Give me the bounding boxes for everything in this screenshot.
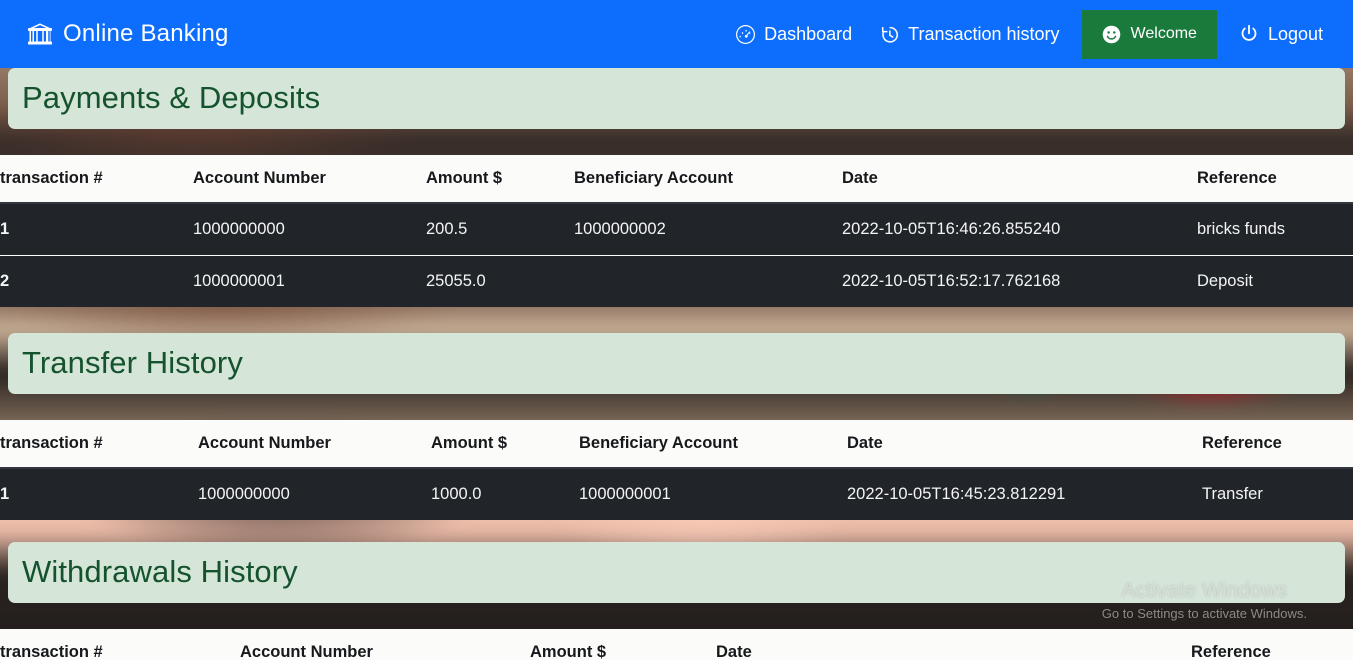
nav-item-dashboard-label: Dashboard [764,23,853,44]
cell-reference: bricks funds [1197,202,1353,256]
brand-label: Online Banking [63,20,229,47]
transfer-history-table: transaction # Account Number Amount $ Be… [0,420,1353,520]
cell-account-number: 1000000000 [193,202,426,256]
table-header-row: transaction # Account Number Amount $ Be… [0,155,1353,204]
main-content: Payments & Deposits transaction # Accoun… [0,68,1353,660]
nav-item-transaction-history[interactable]: Transaction history [866,14,1073,55]
cell-amount: 200.5 [426,202,574,256]
column-header-account-number: Account Number [198,420,431,469]
withdrawals-history-table: transaction # Account Number Amount $ Da… [0,629,1353,660]
table-row: 1 1000000000 200.5 1000000002 2022-10-05… [0,202,1353,256]
table-header-row: transaction # Account Number Amount $ Da… [0,629,1353,660]
table-body: 1 1000000000 1000.0 1000000001 2022-10-0… [0,467,1353,520]
nav-links: Dashboard Transaction history Welcome Lo… [722,9,1337,59]
cell-beneficiary-account [574,255,842,307]
cell-reference: Transfer [1202,467,1353,520]
cell-reference: Deposit [1197,255,1353,307]
column-header-amount: Amount $ [426,155,574,204]
cell-beneficiary-account: 1000000002 [574,202,842,256]
welcome-button[interactable]: Welcome [1081,9,1217,59]
cell-beneficiary-account: 1000000001 [579,467,847,520]
column-header-date: Date [842,155,1197,204]
column-header-reference: Reference [1202,420,1353,469]
nav-item-transaction-history-label: Transaction history [908,23,1060,44]
column-header-account-number: Account Number [240,629,530,660]
nav-item-logout[interactable]: Logout [1225,14,1337,55]
background-gap [0,394,1353,420]
smiley-face-icon [1102,25,1121,44]
table-header: transaction # Account Number Amount $ Be… [0,420,1353,469]
cell-transaction-number: 1 [0,467,198,520]
table-header: transaction # Account Number Amount $ Da… [0,629,1353,660]
cell-account-number: 1000000000 [198,467,431,520]
nav-item-logout-label: Logout [1267,23,1323,44]
welcome-button-label: Welcome [1130,25,1197,42]
brand-logo[interactable]: Online Banking [28,20,229,48]
power-icon [1239,24,1259,44]
cell-date: 2022-10-05T16:45:23.812291 [847,467,1202,520]
background-gap [0,520,1353,542]
column-header-transaction-number: transaction # [0,420,198,469]
column-header-date: Date [847,420,1202,469]
column-header-reference: Reference [1197,155,1353,204]
column-header-amount: Amount $ [431,420,579,469]
top-navbar: Online Banking Dashboard Transaction his… [0,0,1353,68]
clock-history-icon [880,25,899,44]
background-gap [0,129,1353,155]
column-header-beneficiary-account: Beneficiary Account [579,420,847,469]
background-gap [0,307,1353,333]
column-header-transaction-number: transaction # [0,155,193,204]
column-header-reference: Reference [1191,629,1353,660]
column-header-date: Date [716,629,1191,660]
table-body: 1 1000000000 200.5 1000000002 2022-10-05… [0,202,1353,307]
speedometer-icon [736,24,756,44]
table-row: 1 1000000000 1000.0 1000000001 2022-10-0… [0,467,1353,520]
cell-amount: 1000.0 [431,467,579,520]
section-title-withdrawals-history: Withdrawals History [8,542,1345,603]
column-header-transaction-number: transaction # [0,629,240,660]
bank-icon [28,22,52,46]
cell-transaction-number: 1 [0,202,193,256]
cell-amount: 25055.0 [426,255,574,307]
column-header-amount: Amount $ [530,629,716,660]
background-gap [0,603,1353,629]
cell-date: 2022-10-05T16:52:17.762168 [842,255,1197,307]
section-title-transfer-history: Transfer History [8,333,1345,394]
column-header-beneficiary-account: Beneficiary Account [574,155,842,204]
cell-date: 2022-10-05T16:46:26.855240 [842,202,1197,256]
cell-account-number: 1000000001 [193,255,426,307]
table-header-row: transaction # Account Number Amount $ Be… [0,420,1353,469]
section-title-payments-deposits: Payments & Deposits [8,68,1345,129]
table-row: 2 1000000001 25055.0 2022-10-05T16:52:17… [0,255,1353,307]
payments-deposits-table: transaction # Account Number Amount $ Be… [0,155,1353,307]
column-header-account-number: Account Number [193,155,426,204]
cell-transaction-number: 2 [0,255,193,307]
table-header: transaction # Account Number Amount $ Be… [0,155,1353,204]
nav-item-dashboard[interactable]: Dashboard [722,14,866,55]
